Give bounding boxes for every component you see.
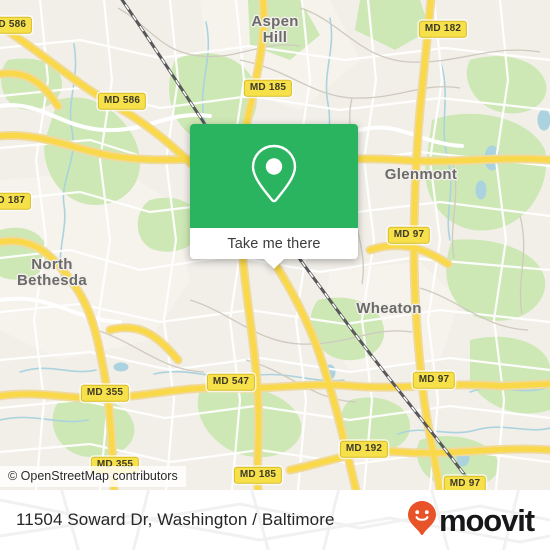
- road-shield: MD 586: [97, 92, 147, 110]
- road-shield: MD 97: [412, 371, 456, 389]
- road-shield: MD 355: [80, 384, 130, 402]
- road-shield: MD 187: [0, 192, 32, 210]
- bottom-bar: 11504 Soward Dr, Washington / Baltimore …: [0, 490, 550, 550]
- map-pin-icon: [248, 142, 300, 211]
- popup-tail-pointer: [264, 259, 284, 269]
- popup-header: [190, 124, 358, 228]
- road-shield: MD 185: [233, 466, 283, 484]
- moovit-map-screenshot: Aspen Hill Glenmont North Bethesda Wheaton …: [0, 0, 550, 550]
- map-canvas[interactable]: Aspen Hill Glenmont North Bethesda Wheaton …: [0, 0, 550, 490]
- road-shield: MD 192: [339, 440, 389, 458]
- road-shield: MD 97: [387, 226, 431, 244]
- moovit-logo[interactable]: moovit: [407, 500, 535, 541]
- road-shield: MD 185: [243, 79, 293, 97]
- road-shield: MD 182: [418, 20, 468, 38]
- road-shield: MD 547: [206, 373, 256, 391]
- popup-footer[interactable]: Take me there: [190, 228, 358, 269]
- road-shield: MD 586: [0, 16, 33, 34]
- location-title: 11504 Soward Dr, Washington / Baltimore: [16, 510, 335, 529]
- moovit-wordmark: moovit: [438, 502, 535, 538]
- take-me-there-label: Take me there: [227, 235, 321, 252]
- location-popup-card[interactable]: Take me there: [190, 124, 358, 269]
- osm-attribution[interactable]: © OpenStreetMap contributors: [0, 466, 186, 487]
- moovit-pin-icon: [407, 500, 437, 541]
- road-shield: MD 97: [443, 475, 487, 490]
